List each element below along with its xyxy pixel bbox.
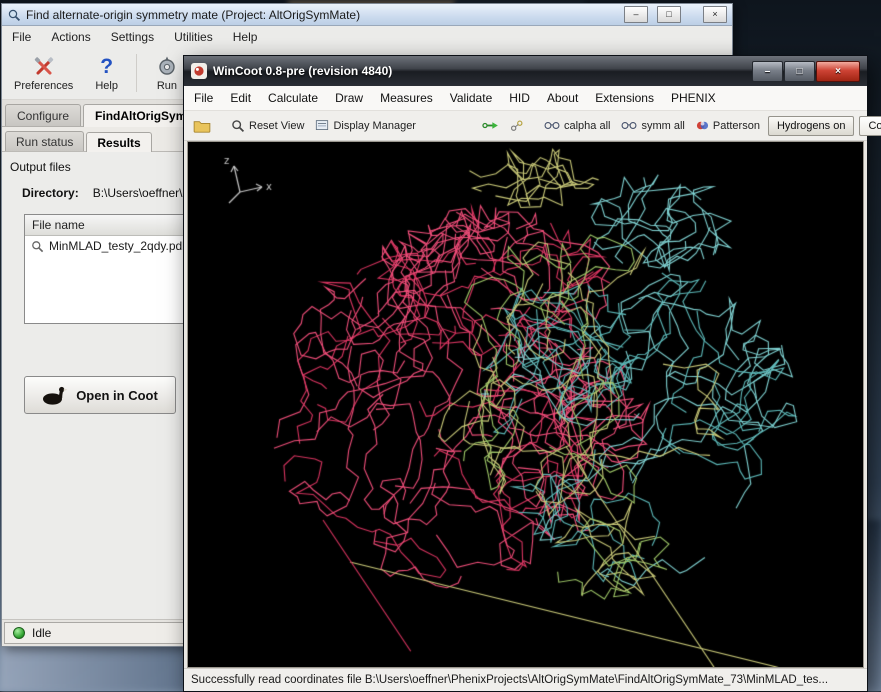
- reset-view-button[interactable]: Reset View: [228, 117, 307, 135]
- phenix-menu-settings[interactable]: Settings: [111, 30, 154, 44]
- wincoot-window-title: WinCoot 0.8-pre (revision 4840): [213, 64, 392, 78]
- phenix-minimize-button[interactable]: –: [624, 6, 648, 23]
- hydrogens-label: Hydrogens on: [777, 120, 846, 132]
- wincoot-app-icon: [191, 63, 207, 79]
- calpha-all-button[interactable]: calpha all: [541, 118, 613, 134]
- display-manager-label: Display Manager: [333, 120, 416, 132]
- symm-all-button[interactable]: symm all: [618, 118, 687, 134]
- connected-label: Connected to PHENIX: [868, 120, 881, 132]
- run-button[interactable]: Run: [151, 53, 183, 94]
- wincoot-maximize-button[interactable]: □: [784, 61, 815, 82]
- phenix-menu-file[interactable]: File: [12, 30, 31, 44]
- coot-menu-about[interactable]: About: [547, 91, 578, 105]
- viewport-canvas[interactable]: [188, 142, 863, 667]
- wincoot-titlebar[interactable]: WinCoot 0.8-pre (revision 4840) – □ ×: [184, 56, 867, 86]
- phenix-titlebar[interactable]: Find alternate-origin symmetry mate (Pro…: [2, 4, 732, 26]
- calpha-all-label: calpha all: [564, 120, 610, 132]
- open-in-coot-button[interactable]: Open in Coot: [24, 376, 176, 414]
- molecule-icon: [510, 119, 524, 133]
- patterson-icon: [696, 119, 709, 132]
- preferences-button[interactable]: Preferences: [10, 53, 77, 94]
- coot-menu-measures[interactable]: Measures: [380, 91, 433, 105]
- display-manager-icon: [315, 119, 329, 132]
- preferences-label: Preferences: [14, 80, 73, 92]
- coot-menu-calculate[interactable]: Calculate: [268, 91, 318, 105]
- symm-all-label: symm all: [641, 120, 684, 132]
- help-button[interactable]: ? Help: [91, 53, 122, 94]
- wincoot-toolbar: Reset View Display Manager calpha all: [184, 111, 867, 141]
- go-to-ligand-button[interactable]: [507, 117, 527, 135]
- tab-results[interactable]: Results: [86, 132, 151, 152]
- coot-menu-hid[interactable]: HID: [509, 91, 530, 105]
- coot-menu-draw[interactable]: Draw: [335, 91, 363, 105]
- coot-bird-icon: [42, 384, 68, 406]
- help-label: Help: [95, 80, 118, 92]
- phenix-app-icon: [7, 8, 21, 22]
- coot-menu-phenix[interactable]: PHENIX: [671, 91, 716, 105]
- desktop-photo-bottom: [0, 642, 200, 691]
- idle-status-icon: [13, 627, 25, 639]
- phenix-menu-help[interactable]: Help: [233, 30, 258, 44]
- phenix-menu-utilities[interactable]: Utilities: [174, 30, 213, 44]
- run-gear-icon: [155, 55, 179, 79]
- idle-status-text: Idle: [32, 626, 51, 640]
- phenix-maximize-button[interactable]: □: [657, 6, 681, 23]
- connected-to-phenix-button[interactable]: Connected to PHENIX: [859, 116, 881, 136]
- help-icon: ?: [100, 55, 113, 79]
- wincoot-menubar: File Edit Calculate Draw Measures Valida…: [184, 86, 867, 111]
- reset-view-label: Reset View: [249, 120, 304, 132]
- wincoot-status-text: Successfully read coordinates file B:\Us…: [191, 674, 828, 686]
- coot-menu-validate[interactable]: Validate: [450, 91, 492, 105]
- wincoot-statusbar: Successfully read coordinates file B:\Us…: [184, 668, 867, 691]
- phenix-menubar: File Actions Settings Utilities Help: [2, 26, 732, 47]
- coot-menu-extensions[interactable]: Extensions: [595, 91, 654, 105]
- hydrogens-toggle-button[interactable]: Hydrogens on: [768, 116, 855, 136]
- glasses-icon: [621, 121, 637, 130]
- file-name: MinMLAD_testy_2qdy.pdb: [49, 239, 189, 253]
- display-manager-button[interactable]: Display Manager: [312, 117, 419, 134]
- directory-label: Directory:: [22, 186, 79, 200]
- phenix-close-button[interactable]: ×: [703, 6, 727, 23]
- toolbar-separator: [136, 54, 137, 92]
- patterson-label: Patterson: [713, 120, 760, 132]
- coot-menu-edit[interactable]: Edit: [230, 91, 251, 105]
- coot-menu-file[interactable]: File: [194, 91, 213, 105]
- glasses-icon: [544, 121, 560, 130]
- 3d-viewport: [187, 141, 864, 668]
- wincoot-minimize-button[interactable]: –: [752, 61, 783, 82]
- run-label: Run: [157, 80, 177, 92]
- green-arrow-icon: [482, 120, 499, 131]
- tab-run-status[interactable]: Run status: [5, 131, 84, 151]
- open-in-coot-label: Open in Coot: [76, 388, 158, 403]
- preferences-tools-icon: [32, 55, 56, 79]
- reset-view-magnifier-icon: [231, 119, 245, 133]
- wincoot-window: WinCoot 0.8-pre (revision 4840) – □ × Fi…: [183, 55, 868, 692]
- magnifier-icon: [31, 240, 44, 253]
- go-to-atom-button[interactable]: [479, 118, 502, 133]
- open-coordinates-button[interactable]: [190, 117, 214, 135]
- phenix-menu-actions[interactable]: Actions: [51, 30, 90, 44]
- wincoot-close-button[interactable]: ×: [816, 61, 860, 82]
- patterson-button[interactable]: Patterson: [693, 117, 763, 134]
- phenix-window-title: Find alternate-origin symmetry mate (Pro…: [26, 8, 360, 22]
- folder-icon: [193, 119, 211, 133]
- tab-configure[interactable]: Configure: [5, 104, 81, 126]
